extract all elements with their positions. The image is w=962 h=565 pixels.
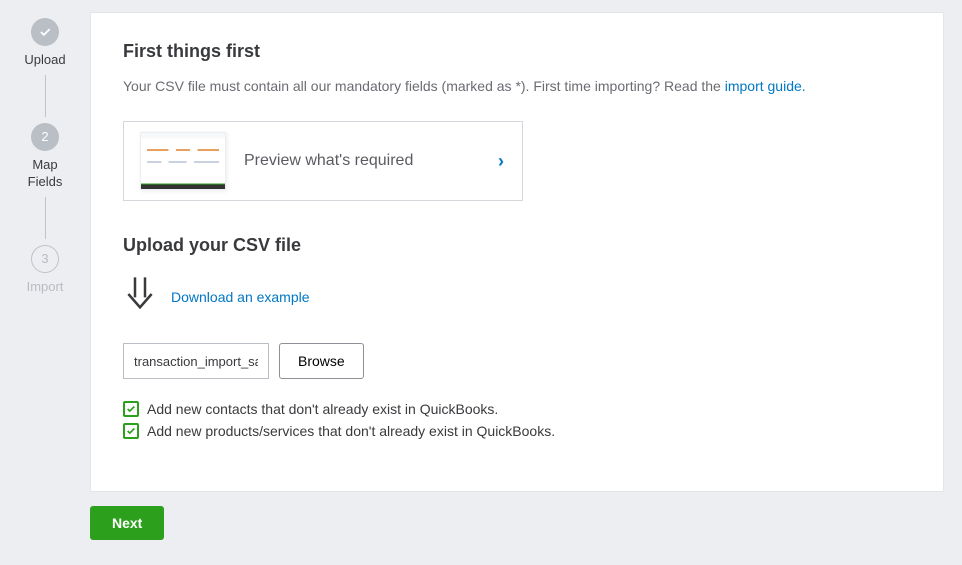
checkbox-label: Add new contacts that don't already exis… [147, 401, 498, 417]
import-guide-link[interactable]: import guide [725, 78, 806, 94]
file-selection-row: Browse [123, 343, 911, 379]
next-button[interactable]: Next [90, 506, 164, 540]
main-area: First things first Your CSV file must co… [90, 0, 962, 565]
step-number-icon: 2 [31, 123, 59, 151]
wizard-steps-sidebar: Upload 2 MapFields 3 Import [0, 0, 90, 565]
checkbox-row-products: Add new products/services that don't alr… [123, 423, 911, 439]
chevron-right-icon: › [498, 151, 504, 172]
step-number-icon: 3 [31, 245, 59, 273]
checkbox-add-contacts[interactable] [123, 401, 139, 417]
step-label: Upload [24, 52, 65, 69]
section-heading: Upload your CSV file [123, 235, 911, 256]
step-connector [45, 197, 46, 239]
download-example-link[interactable]: Download an example [171, 289, 310, 305]
preview-thumbnail-icon [140, 132, 226, 190]
preview-label: Preview what's required [244, 152, 498, 170]
content-card: First things first Your CSV file must co… [90, 12, 944, 492]
intro-text: Your CSV file must contain all our manda… [123, 76, 911, 97]
browse-button[interactable]: Browse [279, 343, 364, 379]
checkbox-row-contacts: Add new contacts that don't already exis… [123, 401, 911, 417]
file-name-input[interactable] [123, 343, 269, 379]
download-example-row: Download an example [123, 274, 911, 319]
step-map-fields: 2 MapFields [28, 123, 63, 191]
upload-section: Upload your CSV file Download an example… [123, 235, 911, 439]
step-connector [45, 75, 46, 117]
checkbox-label: Add new products/services that don't alr… [147, 423, 555, 439]
check-icon [31, 18, 59, 46]
download-arrow-icon [123, 274, 157, 319]
step-upload: Upload [24, 18, 65, 69]
checkbox-add-products[interactable] [123, 423, 139, 439]
step-label: Import [27, 279, 64, 296]
step-import: 3 Import [27, 245, 64, 296]
preview-required-button[interactable]: Preview what's required › [123, 121, 523, 201]
section-heading: First things first [123, 41, 911, 62]
step-label: MapFields [28, 157, 63, 191]
